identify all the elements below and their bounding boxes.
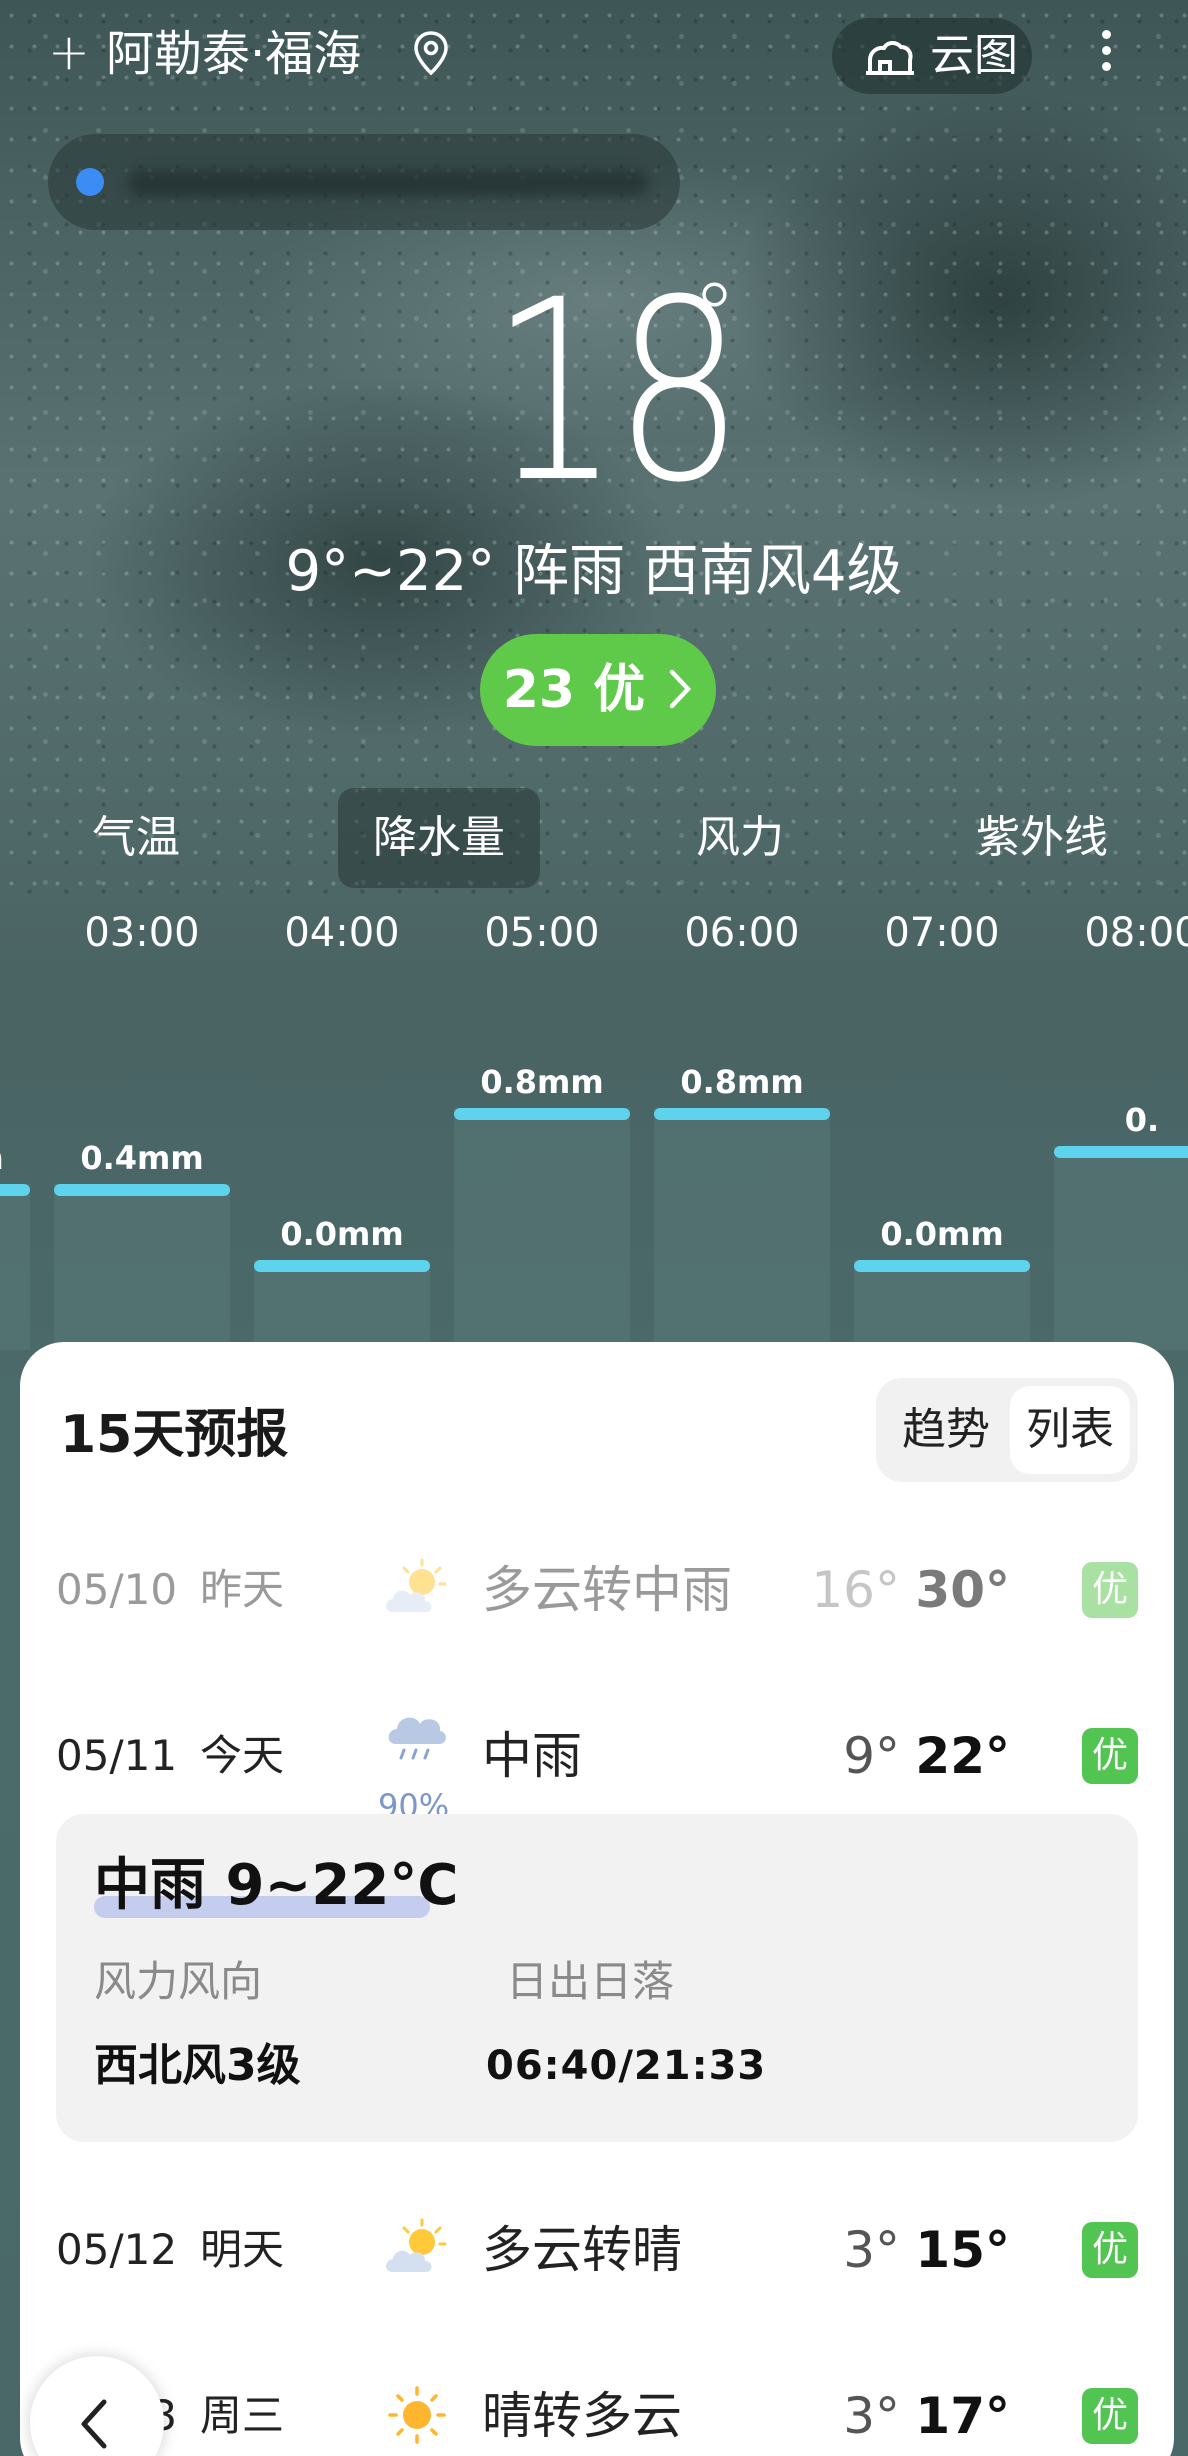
wind-value: 西北风3级 [94, 2040, 301, 2091]
aqi-badge: 优 [1082, 1562, 1138, 1618]
forecast-high: 15° [915, 2221, 1010, 2279]
partly-cloudy-icon [386, 2218, 447, 2272]
hour-label: 03:00 [84, 910, 200, 956]
view-toggle: 趋势 列表 [876, 1378, 1138, 1482]
chart-tabs: 气温 降水量 风力 紫外线 [0, 788, 1188, 888]
forecast-day: 周三 [200, 2391, 285, 2440]
tab-wind[interactable]: 风力 [660, 788, 820, 888]
precipitation-label: 0.0mm [880, 1215, 1004, 1253]
forecast-weather: 多云转晴 [482, 2221, 682, 2279]
forecast-day: 今天 [200, 1731, 285, 1780]
precipitation-label: 0.4mm [0, 1138, 42, 1178]
hour-label: 08:00 [1084, 910, 1188, 956]
forecast-row[interactable]: 05/12 明天 多云转晴 3° 15° 优 [20, 2190, 1174, 2310]
forecast-row[interactable]: 05/10 昨天 多云转中雨 16° 30° 优 [20, 1530, 1174, 1650]
wind-label: 风力风向 [94, 1957, 263, 2006]
sunrise-sunset-value: 06:40/21:33 [486, 2043, 767, 2089]
tab-temperature[interactable]: 气温 [56, 788, 216, 888]
degree-symbol: ° [692, 264, 737, 369]
cloud-map-button[interactable]: 云图 [832, 18, 1032, 94]
rain-cloud-icon [388, 1717, 446, 1760]
forecast-title: 15天预报 [60, 1405, 289, 1465]
precipitation-chart[interactable]: 0.4mm 0.4mm 0.0mm 0.8mm 0.8mm 0.0mm 0. [0, 990, 1188, 1350]
precipitation-bar [1054, 1146, 1188, 1350]
forecast-high: 30° [915, 1561, 1010, 1619]
toggle-trend[interactable]: 趋势 [886, 1386, 1006, 1474]
cloud-map-label: 云图 [930, 30, 1018, 81]
precipitation-label: 0.0mm [280, 1215, 404, 1253]
chevron-right-icon [670, 669, 692, 709]
precipitation-bar [654, 1108, 830, 1350]
hour-label: 02:00 [0, 900, 42, 966]
precipitation-bar [454, 1108, 630, 1350]
precipitation-bar [854, 1260, 1030, 1350]
forecast-date: 05/10 [56, 1565, 178, 1614]
day-detail-panel: 中雨 9~22°C 风力风向 日出日落 西北风3级 06:40/21:33 [56, 1814, 1138, 2142]
forecast-high: 22° [915, 1727, 1010, 1785]
forecast-low: 9° [843, 1727, 900, 1785]
precipitation-label: 0. [1124, 1101, 1160, 1139]
blurred-notification-text [128, 170, 648, 196]
precipitation-bar [54, 1184, 230, 1350]
chevron-left-icon [81, 2399, 107, 2449]
detail-title: 中雨 9~22°C [94, 1853, 459, 1918]
hour-label: 06:00 [684, 910, 800, 956]
tab-precipitation[interactable]: 降水量 [338, 788, 540, 888]
forecast-weather: 多云转中雨 [482, 1561, 732, 1619]
forecast-card: 15天预报 趋势 列表 05/10 昨天 多云转中雨 16° 30° 优 05/… [20, 1342, 1174, 2456]
forecast-low: 3° [843, 2221, 900, 2279]
precipitation-bar [254, 1260, 430, 1350]
precipitation-bar [0, 1184, 30, 1350]
forecast-row[interactable]: 05/11 今天 90% 中雨 9° 22° 优 [20, 1696, 1174, 1825]
hour-label: 07:00 [884, 910, 1000, 956]
plus-icon[interactable]: + [48, 22, 90, 82]
aqi-badge: 优 [1082, 2388, 1138, 2444]
forecast-weather: 中雨 [482, 1727, 582, 1785]
forecast-date: 05/12 [56, 2225, 178, 2274]
precipitation-label: 0.8mm [480, 1063, 604, 1101]
forecast-low: 3° [843, 2387, 900, 2445]
hour-axis[interactable]: 02:00 03:00 04:00 05:00 06:00 07:00 08:00 [0, 900, 1188, 966]
tab-uv[interactable]: 紫外线 [950, 788, 1134, 888]
forecast-row[interactable]: 05/13 周三 晴转多云 3° 17° 优 [20, 2356, 1174, 2456]
map-pin-icon[interactable] [410, 30, 452, 76]
top-bar: + 阿勒泰·福海 云图 [0, 0, 1188, 110]
location-title[interactable]: 阿勒泰·福海 [106, 24, 361, 84]
partly-cloudy-icon [386, 1558, 447, 1612]
more-vertical-icon[interactable] [1088, 24, 1124, 84]
precipitation-label: 0.8mm [680, 1063, 804, 1101]
notification-banner[interactable] [48, 134, 680, 230]
forecast-low: 16° [811, 1561, 900, 1619]
forecast-day: 昨天 [200, 1565, 285, 1614]
forecast-date: 05/11 [56, 1731, 178, 1780]
current-condition: 9°~22° 阵雨 西南风4级 [285, 539, 903, 604]
hour-label: 05:00 [484, 910, 600, 956]
hour-label: 04:00 [284, 910, 400, 956]
sunrise-sunset-label: 日出日落 [506, 1957, 675, 2006]
aqi-badge: 优 [1082, 2222, 1138, 2278]
notification-dot-icon [76, 168, 104, 196]
aqi-button[interactable]: 23 优 [480, 634, 716, 746]
forecast-weather: 晴转多云 [482, 2387, 682, 2445]
forecast-high: 17° [915, 2387, 1010, 2445]
aqi-badge: 优 [1082, 1728, 1138, 1784]
sun-icon [388, 2386, 446, 2444]
aqi-value: 23 优 [502, 660, 646, 720]
forecast-day: 明天 [200, 2225, 285, 2274]
cloud-radar-icon [866, 41, 914, 75]
precipitation-label: 0.4mm [80, 1139, 204, 1177]
toggle-list[interactable]: 列表 [1010, 1386, 1130, 1474]
